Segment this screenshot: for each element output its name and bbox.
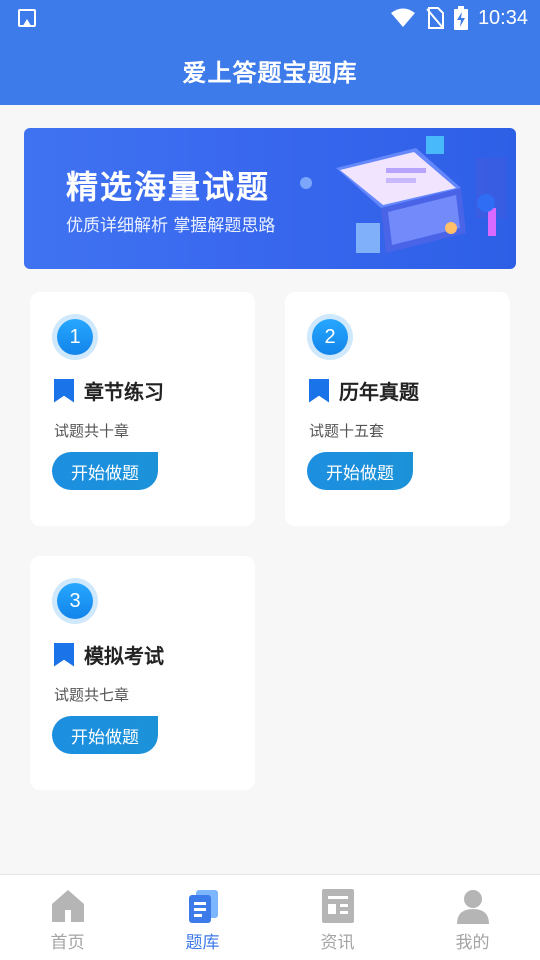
no-sim-icon xyxy=(426,7,444,29)
chapter-practice-card[interactable]: 1 章节练习 试题共十章 开始做题 xyxy=(30,292,255,526)
status-bar: 10:34 xyxy=(0,0,540,36)
tab-label: 题库 xyxy=(185,933,220,953)
start-practice-button[interactable]: 开始做题 xyxy=(52,716,158,754)
start-practice-button[interactable]: 开始做题 xyxy=(52,452,158,490)
news-icon xyxy=(321,889,354,923)
card-number: 1 xyxy=(57,319,93,355)
mock-exam-card[interactable]: 3 模拟考试 试题共七章 开始做题 xyxy=(30,556,255,790)
wifi-icon xyxy=(390,8,415,27)
card-description: 试题共十章 xyxy=(54,422,130,440)
card-title-row: 模拟考试 xyxy=(54,640,164,669)
bookmark-icon xyxy=(54,378,74,403)
tab-home[interactable]: 首页 xyxy=(0,875,135,960)
bottom-tab-bar: 首页 题库 资讯 我的 xyxy=(0,874,540,960)
status-time: 10:34 xyxy=(477,6,528,29)
page-title: 爱上答题宝题库 xyxy=(182,59,358,87)
tab-question-bank[interactable]: 题库 xyxy=(135,875,270,960)
tab-label: 资讯 xyxy=(320,933,355,953)
bookmark-icon xyxy=(309,378,329,403)
tab-profile[interactable]: 我的 xyxy=(405,875,540,960)
card-description: 试题共七章 xyxy=(54,686,130,704)
home-icon xyxy=(51,890,84,922)
card-title-row: 章节练习 xyxy=(54,376,164,405)
card-title: 模拟考试 xyxy=(84,644,164,668)
card-number-badge: 3 xyxy=(52,578,98,624)
tab-news[interactable]: 资讯 xyxy=(270,875,405,960)
card-number: 2 xyxy=(312,319,348,355)
card-number-badge: 2 xyxy=(307,314,353,360)
banner-title: 精选海量试题 xyxy=(66,168,271,206)
status-indicators: 10:34 xyxy=(390,5,528,31)
profile-icon xyxy=(456,890,489,924)
battery-charging-icon xyxy=(453,6,468,30)
past-exams-card[interactable]: 2 历年真题 试题十五套 开始做题 xyxy=(285,292,510,526)
card-title: 历年真题 xyxy=(339,380,419,404)
promo-banner[interactable]: 精选海量试题 优质详细解析 掌握解题思路 xyxy=(24,128,516,269)
tab-label: 首页 xyxy=(50,933,85,953)
card-description: 试题十五套 xyxy=(309,422,385,440)
app-header: 爱上答题宝题库 xyxy=(0,36,540,105)
laptop-illustration-icon xyxy=(300,136,506,253)
question-bank-icon xyxy=(188,890,218,923)
banner-subtitle: 优质详细解析 掌握解题思路 xyxy=(66,216,276,236)
card-number-badge: 1 xyxy=(52,314,98,360)
card-title: 章节练习 xyxy=(84,380,164,404)
card-number: 3 xyxy=(57,583,93,619)
gallery-notification-icon xyxy=(18,9,36,27)
tab-label: 我的 xyxy=(455,933,490,953)
bookmark-icon xyxy=(54,642,74,667)
start-practice-button[interactable]: 开始做题 xyxy=(307,452,413,490)
card-title-row: 历年真题 xyxy=(309,376,419,405)
